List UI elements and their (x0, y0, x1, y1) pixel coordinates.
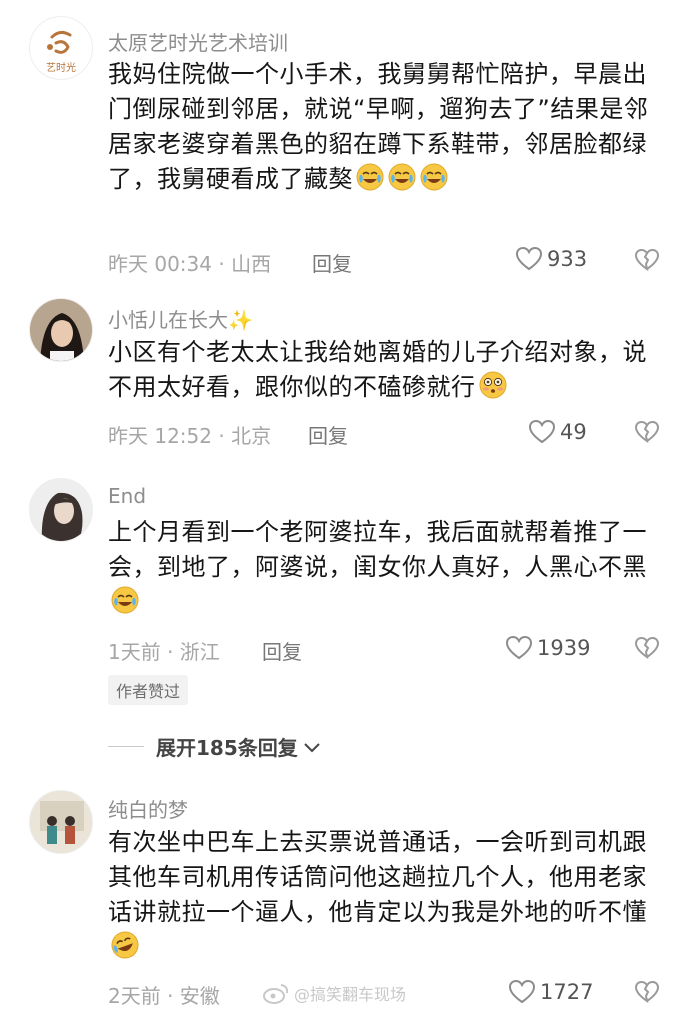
like-count: 49 (560, 420, 587, 444)
like-button[interactable]: 49 (528, 419, 587, 445)
comment-time-location: 1天前 · 浙江 (108, 640, 220, 664)
comment-time-location: 昨天 00:34 · 山西 (108, 252, 272, 276)
weibo-logo-icon (263, 984, 289, 1004)
avatar[interactable] (29, 478, 93, 542)
comment-content: 上个月看到一个老阿婆拉车，我后面就帮着推了一会，到地了，阿婆说，闺女你人真好，人… (108, 518, 647, 581)
watermark: @搞笑翻车现场 (262, 981, 406, 1005)
broken-heart-icon[interactable] (634, 980, 660, 1004)
like-count: 1939 (537, 636, 591, 660)
comment-author[interactable]: 纯白的梦 (108, 794, 188, 823)
expand-replies-button[interactable]: 展开185条回复 (108, 732, 322, 761)
comment-text: 我妈住院做一个小手术，我舅舅帮忙陪护，早晨出门倒尿碰到邻居，就说“早啊，遛狗去了… (108, 57, 653, 197)
like-button[interactable]: 933 (515, 246, 587, 272)
crying-laughing-icon (356, 163, 384, 191)
comment-author[interactable]: 小恬儿在长大✨ (108, 304, 253, 333)
flushed-icon (479, 371, 506, 399)
broken-heart-icon[interactable] (634, 636, 660, 660)
comment-text: 上个月看到一个老阿婆拉车，我后面就帮着推了一会，到地了，阿婆说，闺女你人真好，人… (108, 515, 653, 620)
broken-heart-icon[interactable] (634, 248, 660, 272)
reply-button[interactable]: 回复 (312, 248, 352, 277)
avatar-text: 艺时光 (46, 63, 76, 74)
reply-button[interactable]: 回复 (308, 420, 348, 449)
reply-button[interactable]: 回复 (262, 636, 302, 665)
heart-icon (528, 419, 556, 444)
divider (108, 746, 144, 747)
comment-time-location: 2天前 · 安徽 (108, 984, 220, 1008)
comment-content: 有次坐中巴车上去买票说普通话，一会听到司机跟其他车司机用传话筒问他这趟拉几个人，… (108, 828, 647, 926)
rofl-icon (111, 931, 139, 959)
expand-replies-label: 展开185条回复 (156, 736, 298, 760)
comment-content: 小区有个老太太让我给她离婚的儿子介绍对象，说不用太好看，跟你似的不磕碜就行 (108, 338, 647, 401)
avatar[interactable] (29, 298, 93, 362)
crying-laughing-icon (111, 586, 139, 614)
chevron-down-icon (304, 742, 320, 752)
comment-text: 有次坐中巴车上去买票说普通话，一会听到司机跟其他车司机用传话筒问他这趟拉几个人，… (108, 825, 653, 965)
comment-time-location: 昨天 12:52 · 北京 (108, 424, 272, 448)
heart-icon (508, 979, 536, 1004)
heart-icon (505, 635, 533, 660)
crying-laughing-icon (388, 163, 416, 191)
like-count: 933 (547, 247, 588, 271)
author-liked-badge: 作者赞过 (108, 675, 189, 705)
like-button[interactable]: 1727 (508, 979, 593, 1005)
crying-laughing-icon (420, 163, 448, 191)
comment-author[interactable]: End (108, 484, 146, 508)
avatar[interactable] (29, 790, 93, 854)
like-count: 1727 (540, 980, 594, 1004)
comment-author[interactable]: 太原艺时光艺术培训 (108, 27, 288, 56)
like-button[interactable]: 1939 (505, 635, 590, 661)
avatar[interactable]: 艺时光 (29, 16, 93, 80)
broken-heart-icon[interactable] (634, 420, 660, 444)
watermark-text: @搞笑翻车现场 (294, 985, 407, 1004)
comment-text: 小区有个老太太让我给她离婚的儿子介绍对象，说不用太好看，跟你似的不磕碜就行 (108, 335, 653, 405)
heart-icon (515, 246, 543, 271)
